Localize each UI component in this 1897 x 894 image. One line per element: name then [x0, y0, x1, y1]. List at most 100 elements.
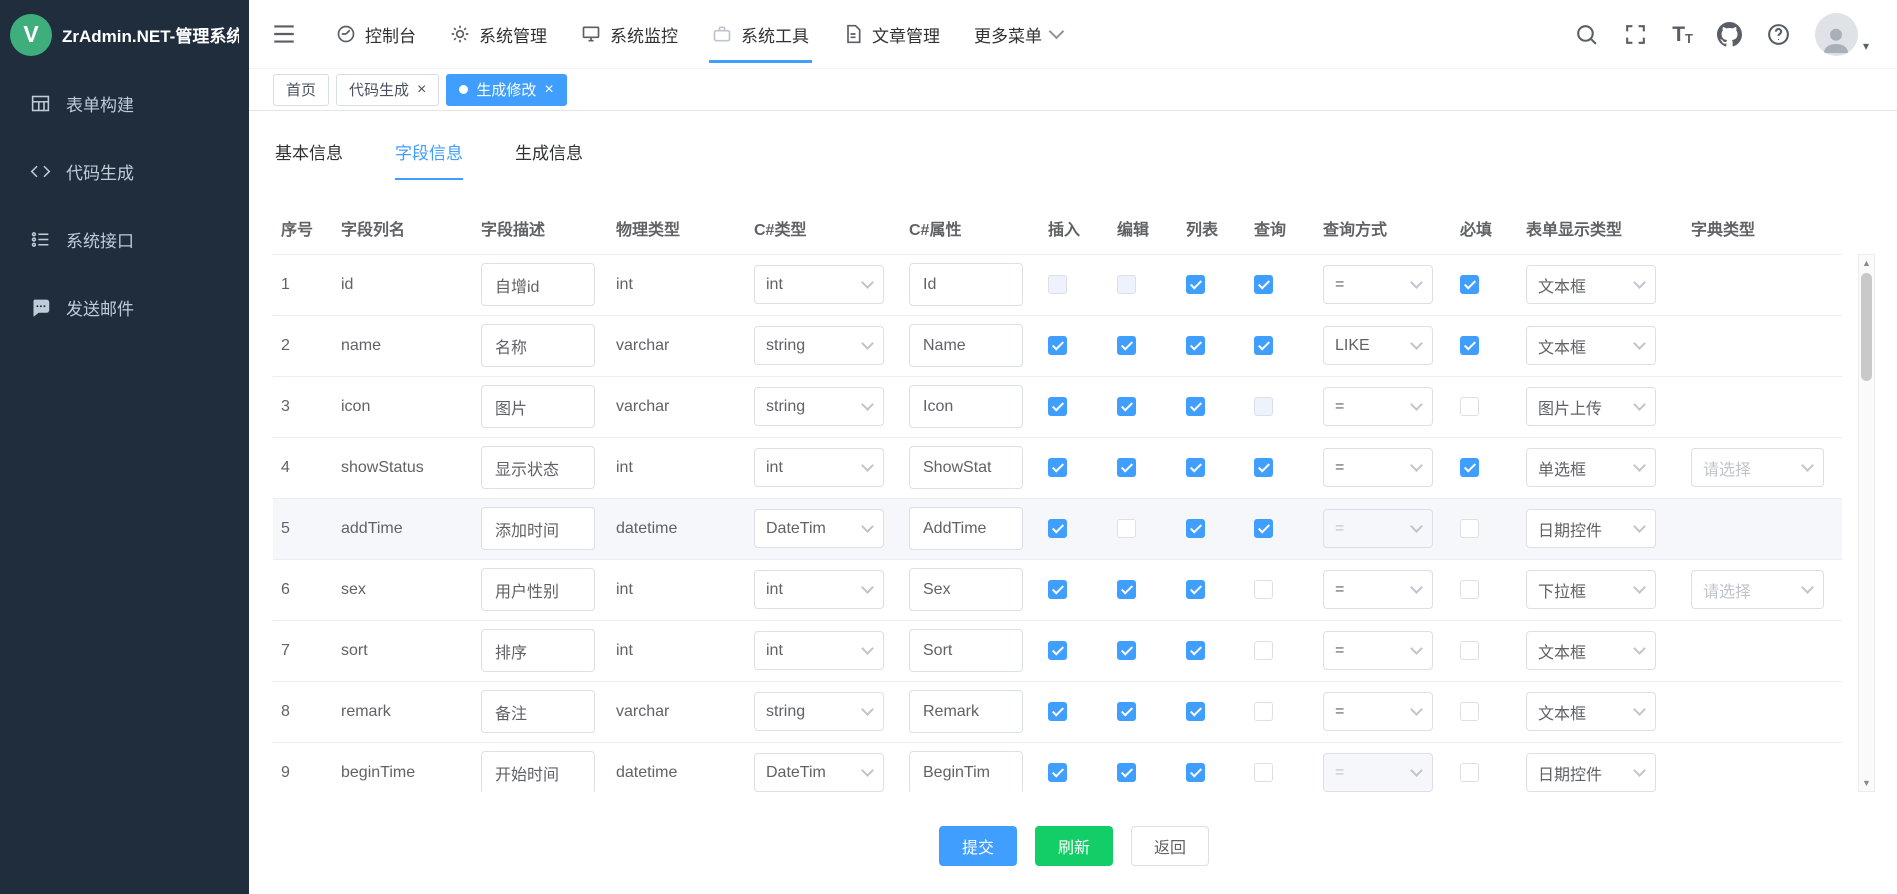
- insert-checkbox[interactable]: [1048, 519, 1067, 538]
- refresh-button[interactable]: 刷新: [1035, 826, 1113, 866]
- list-checkbox[interactable]: [1186, 641, 1205, 660]
- cs-property-input[interactable]: [909, 385, 1023, 428]
- required-checkbox[interactable]: [1460, 397, 1479, 416]
- required-checkbox[interactable]: [1460, 702, 1479, 721]
- list-checkbox[interactable]: [1186, 336, 1205, 355]
- query-checkbox[interactable]: [1254, 519, 1273, 538]
- description-input[interactable]: [481, 446, 595, 489]
- required-checkbox[interactable]: [1460, 641, 1479, 660]
- list-checkbox[interactable]: [1186, 275, 1205, 294]
- display-type-select[interactable]: 文本框: [1526, 265, 1656, 304]
- edit-checkbox[interactable]: [1117, 763, 1136, 782]
- help-icon[interactable]: [1766, 22, 1791, 47]
- required-checkbox[interactable]: [1460, 580, 1479, 599]
- query-mode-select[interactable]: =: [1323, 753, 1433, 792]
- scroll-up-icon[interactable]: ▲: [1862, 255, 1871, 271]
- sidebar-item-form-builder[interactable]: 表单构建: [0, 69, 249, 137]
- github-icon[interactable]: [1717, 22, 1742, 47]
- tab-gen-info[interactable]: 生成信息: [515, 139, 583, 180]
- cs-type-select[interactable]: int: [754, 448, 884, 487]
- query-mode-select[interactable]: =: [1323, 448, 1433, 487]
- insert-checkbox[interactable]: [1048, 702, 1067, 721]
- topnav-item-system-monitor[interactable]: 系统监控: [564, 0, 695, 68]
- dict-type-select[interactable]: 请选择: [1691, 448, 1824, 487]
- search-icon[interactable]: [1574, 22, 1599, 47]
- description-input[interactable]: [481, 690, 595, 733]
- description-input[interactable]: [481, 568, 595, 611]
- submit-button[interactable]: 提交: [939, 826, 1017, 866]
- query-checkbox[interactable]: [1254, 336, 1273, 355]
- close-icon[interactable]: ×: [417, 82, 426, 98]
- cs-type-select[interactable]: DateTim: [754, 753, 884, 792]
- cs-type-select[interactable]: int: [754, 570, 884, 609]
- topnav-item-system-mgmt[interactable]: 系统管理: [433, 0, 564, 68]
- query-mode-select[interactable]: =: [1323, 387, 1433, 426]
- edit-checkbox[interactable]: [1117, 397, 1136, 416]
- dict-type-select[interactable]: 请选择: [1691, 570, 1824, 609]
- user-menu[interactable]: ▾: [1815, 13, 1869, 56]
- edit-checkbox[interactable]: [1117, 580, 1136, 599]
- topnav-item-console[interactable]: 控制台: [319, 0, 433, 68]
- scroll-down-icon[interactable]: ▼: [1862, 775, 1871, 791]
- edit-checkbox[interactable]: [1117, 275, 1136, 294]
- list-checkbox[interactable]: [1186, 519, 1205, 538]
- description-input[interactable]: [481, 324, 595, 367]
- insert-checkbox[interactable]: [1048, 641, 1067, 660]
- tag-home[interactable]: 首页: [273, 74, 329, 106]
- edit-checkbox[interactable]: [1117, 702, 1136, 721]
- topnav-item-system-tools[interactable]: 系统工具: [695, 0, 826, 68]
- query-mode-select[interactable]: =: [1323, 692, 1433, 731]
- cs-property-input[interactable]: [909, 568, 1023, 611]
- cs-type-select[interactable]: string: [754, 387, 884, 426]
- query-mode-select[interactable]: LIKE: [1323, 326, 1433, 365]
- edit-checkbox[interactable]: [1117, 336, 1136, 355]
- required-checkbox[interactable]: [1460, 275, 1479, 294]
- display-type-select[interactable]: 图片上传: [1526, 387, 1656, 426]
- list-checkbox[interactable]: [1186, 397, 1205, 416]
- query-mode-select[interactable]: =: [1323, 570, 1433, 609]
- fullscreen-icon[interactable]: [1623, 22, 1648, 47]
- display-type-select[interactable]: 文本框: [1526, 631, 1656, 670]
- required-checkbox[interactable]: [1460, 458, 1479, 477]
- close-icon[interactable]: ×: [544, 82, 553, 98]
- sidebar-item-code-gen[interactable]: 代码生成: [0, 137, 249, 205]
- display-type-select[interactable]: 日期控件: [1526, 509, 1656, 548]
- query-checkbox[interactable]: [1254, 702, 1273, 721]
- query-checkbox[interactable]: [1254, 458, 1273, 477]
- required-checkbox[interactable]: [1460, 763, 1479, 782]
- list-checkbox[interactable]: [1186, 458, 1205, 477]
- query-mode-select[interactable]: =: [1323, 631, 1433, 670]
- description-input[interactable]: [481, 263, 595, 306]
- query-mode-select[interactable]: =: [1323, 509, 1433, 548]
- cs-property-input[interactable]: [909, 751, 1023, 792]
- cs-type-select[interactable]: DateTim: [754, 509, 884, 548]
- font-size-icon[interactable]: TT: [1672, 24, 1693, 45]
- list-checkbox[interactable]: [1186, 580, 1205, 599]
- scrollbar-thumb[interactable]: [1861, 273, 1872, 381]
- tag-gen-edit[interactable]: 生成修改 ×: [446, 74, 566, 106]
- edit-checkbox[interactable]: [1117, 519, 1136, 538]
- sidebar-collapse-icon[interactable]: [271, 21, 297, 47]
- scrollbar-track[interactable]: [1859, 271, 1874, 775]
- cs-property-input[interactable]: [909, 263, 1023, 306]
- display-type-select[interactable]: 文本框: [1526, 326, 1656, 365]
- cs-type-select[interactable]: string: [754, 692, 884, 731]
- description-input[interactable]: [481, 751, 595, 792]
- insert-checkbox[interactable]: [1048, 458, 1067, 477]
- table-scrollbar[interactable]: ▲ ▼: [1858, 254, 1875, 792]
- tab-field-info[interactable]: 字段信息: [395, 139, 463, 180]
- tab-basic-info[interactable]: 基本信息: [275, 139, 343, 180]
- query-mode-select[interactable]: =: [1323, 265, 1433, 304]
- sidebar-item-system-api[interactable]: 系统接口: [0, 205, 249, 273]
- display-type-select[interactable]: 单选框: [1526, 448, 1656, 487]
- topnav-item-article-mgmt[interactable]: 文章管理: [826, 0, 957, 68]
- query-checkbox[interactable]: [1254, 275, 1273, 294]
- required-checkbox[interactable]: [1460, 519, 1479, 538]
- topnav-item-more-menu[interactable]: 更多菜单: [957, 0, 1079, 68]
- cs-property-input[interactable]: [909, 690, 1023, 733]
- cs-property-input[interactable]: [909, 446, 1023, 489]
- insert-checkbox[interactable]: [1048, 580, 1067, 599]
- cs-property-input[interactable]: [909, 507, 1023, 550]
- cs-type-select[interactable]: int: [754, 265, 884, 304]
- tag-code-gen[interactable]: 代码生成 ×: [336, 74, 439, 106]
